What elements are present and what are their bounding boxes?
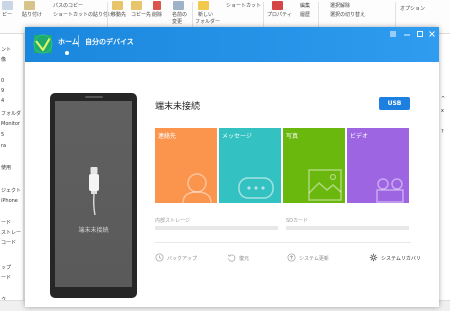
explorer-right-strip: ^ x ? (439, 34, 450, 304)
restore-action[interactable]: 復元 (227, 253, 267, 263)
menu-icon[interactable] (389, 30, 397, 38)
nav-item[interactable]: ード (1, 219, 11, 226)
phone-screen-caption: 端末未接続 (78, 227, 109, 234)
ribbon-options[interactable]: オプション (400, 6, 425, 12)
paste-icon[interactable] (24, 1, 35, 10)
tile-contacts-label: 連絡先 (158, 133, 177, 140)
tab-home[interactable]: ホーム (58, 37, 79, 47)
phone-speaker (85, 96, 103, 98)
nav-item[interactable]: Monitor (1, 121, 20, 127)
nav-item[interactable]: 9 (1, 88, 4, 94)
ribbon-copy-to[interactable]: コピー先 (131, 12, 151, 18)
system-recovery-label: システムリカバリ (381, 256, 421, 262)
phone-screen: 端末未接続 (55, 101, 132, 287)
divider (155, 242, 411, 243)
nav-item[interactable]: フォルダ (1, 110, 21, 117)
minimize-icon[interactable] (403, 30, 411, 38)
internal-storage-label: 内部ストレージ (155, 218, 190, 224)
nav-item[interactable]: 像 (1, 56, 6, 63)
ribbon-history[interactable]: 履歴 (300, 12, 310, 18)
restore-label: 復元 (239, 256, 250, 262)
internal-storage-bar (155, 226, 278, 230)
ribbon-separator (395, 2, 396, 30)
nav-item[interactable]: 4 (1, 98, 4, 104)
ribbon-separator (263, 2, 264, 30)
tile-videos[interactable]: ビデオ (347, 128, 409, 203)
ribbon-properties[interactable]: プロパティ (267, 12, 292, 18)
system-recovery-icon (369, 253, 378, 262)
copy-icon[interactable] (2, 1, 13, 10)
nav-item[interactable]: コード (1, 239, 16, 246)
close-icon[interactable] (428, 30, 436, 38)
ribbon-edit[interactable]: 編集 (300, 3, 310, 9)
phone-illustration: 端末未接続 (50, 93, 137, 298)
copy-to-icon[interactable] (131, 1, 142, 10)
maximize-icon[interactable] (416, 30, 424, 38)
nav-item[interactable]: 0 (1, 78, 4, 84)
tile-videos-label: ビデオ (350, 133, 369, 140)
tile-messages-label: メッセージ (222, 133, 252, 140)
close-icon[interactable]: x (441, 108, 444, 114)
collapse-ribbon-icon[interactable]: ^ (441, 96, 445, 102)
nav-item[interactable]: ストレー (1, 229, 21, 236)
tile-messages[interactable]: メッセージ (219, 128, 281, 203)
system-recovery-action[interactable]: システムリカバリ (369, 253, 439, 263)
ribbon-delete[interactable]: 削除 (152, 12, 162, 18)
help-icon[interactable]: ? (441, 129, 444, 135)
ribbon-rename-2[interactable]: 変更 (172, 19, 182, 25)
move-to-icon[interactable] (112, 1, 123, 10)
usb-connect-button[interactable]: USB (379, 97, 410, 110)
usb-plug-icon (89, 167, 99, 216)
tab-my-devices[interactable]: 自分のデバイス (85, 37, 134, 47)
backup-label: バックアップ (167, 256, 198, 262)
ribbon-paste-shortcut[interactable]: ショートカットの貼り付け (53, 12, 113, 18)
restore-icon (227, 254, 236, 262)
ribbon-shortcut[interactable]: ショートカット (226, 3, 261, 9)
device-manager-window: ホーム 自分のデバイス 端末未接続 端末未接続 USB 連絡先 メッセージ 写真… (25, 27, 439, 307)
ribbon-separator (107, 2, 108, 30)
nav-item[interactable]: 使用 (1, 164, 11, 171)
ribbon-rename[interactable]: 名前の (172, 12, 187, 18)
tab-divider (78, 35, 79, 47)
nav-item[interactable]: ra (1, 143, 6, 149)
nav-item[interactable]: 5 (1, 132, 4, 138)
ribbon-separator (318, 2, 319, 30)
tile-photos[interactable]: 写真 (283, 128, 345, 203)
system-update-icon (287, 253, 296, 262)
app-header: ホーム 自分のデバイス (25, 27, 439, 62)
nav-item[interactable]: ップ (1, 264, 11, 271)
ribbon-copy-path[interactable]: パスのコピー (53, 3, 83, 9)
nav-item[interactable]: iPhone (1, 198, 18, 204)
app-logo-icon (33, 34, 53, 54)
active-tab-indicator (65, 51, 69, 55)
explorer-nav-pane: ント 像 0 9 4 フォルダ Monitor 5 ra 使用 ジェクト iPh… (0, 34, 24, 304)
properties-icon[interactable] (272, 1, 283, 10)
rename-icon[interactable] (173, 1, 184, 10)
tile-photos-label: 写真 (286, 133, 299, 140)
ribbon-copy[interactable]: ピー (2, 12, 12, 18)
ribbon-separator (192, 2, 193, 30)
backup-icon (155, 253, 164, 262)
ribbon-new-folder[interactable]: 新しい (198, 12, 213, 18)
backup-action[interactable]: バックアップ (155, 253, 211, 263)
ribbon-invert-selection[interactable]: 選択の切り替え (330, 12, 365, 18)
nav-item[interactable]: ジェクト (1, 187, 21, 194)
ribbon-paste[interactable]: 貼り付け (22, 12, 42, 18)
ribbon-move-to[interactable]: 移動先 (111, 12, 126, 18)
system-update-label: システム更新 (299, 256, 329, 262)
ribbon-new-folder-2[interactable]: フォルダー (195, 19, 220, 25)
device-status-title: 端末未接続 (155, 102, 201, 112)
tile-contacts[interactable]: 連絡先 (155, 128, 217, 203)
sd-card-bar (286, 226, 409, 230)
nav-item[interactable]: ード (1, 274, 11, 281)
nav-item[interactable]: ント (1, 46, 11, 53)
new-folder-icon[interactable] (198, 1, 209, 10)
system-update-action[interactable]: システム更新 (287, 253, 349, 263)
sd-card-label: SDカード (286, 218, 309, 224)
ribbon-select-none[interactable]: 選択解除 (330, 3, 350, 9)
delete-icon[interactable] (153, 1, 161, 10)
